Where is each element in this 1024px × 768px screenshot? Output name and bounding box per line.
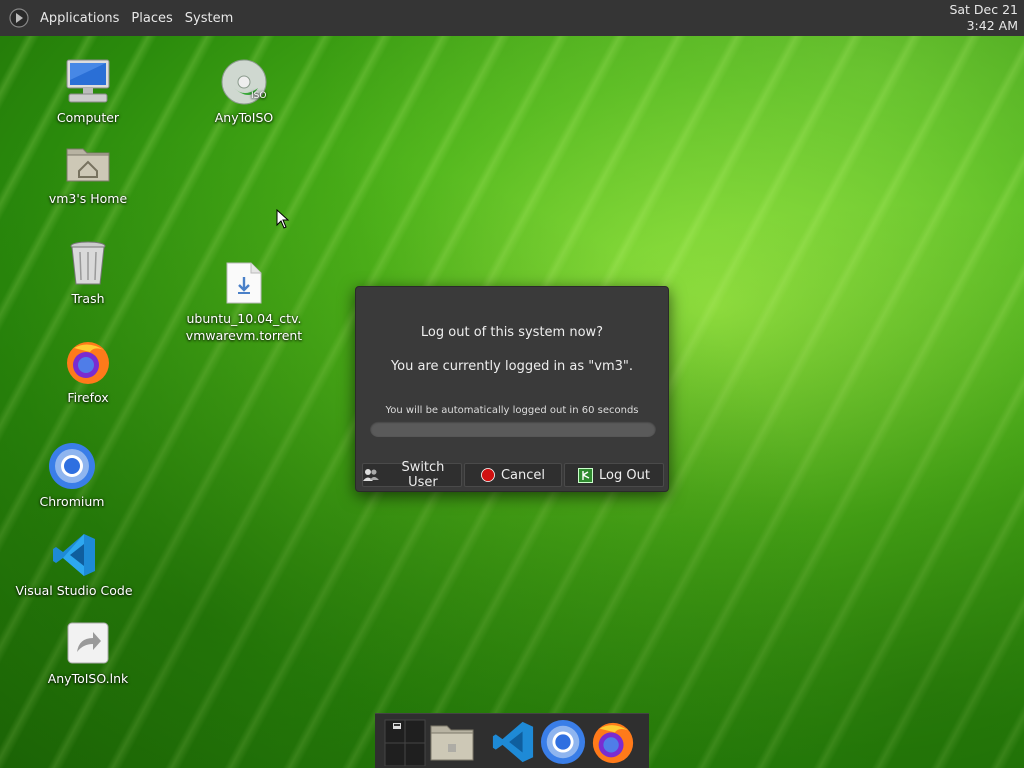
dock-firefox[interactable] [589,718,637,766]
desktop-icon-label: Firefox [67,390,109,405]
clock-time: 3:42 AM [966,18,1018,33]
dialog-button-row: Switch User Cancel Log Out [362,460,664,490]
shortcut-icon [67,622,109,664]
menu-applications[interactable]: Applications [34,0,125,36]
dock-chromium[interactable] [539,718,587,766]
desktop-icon-label: Computer [56,110,120,125]
desktop-icon-chromium[interactable]: Chromium [7,441,137,510]
bottom-dock [375,713,649,768]
dock-workspace-switcher[interactable] [381,718,429,766]
workspace-switcher-icon [384,719,426,766]
desktop-icon-label: Chromium [39,494,105,509]
computer-icon [66,59,110,103]
trash-icon [70,241,106,285]
exit-icon [578,467,594,483]
desktop-icon-home[interactable]: vm3's Home [23,138,153,207]
mouse-cursor-icon [276,209,290,229]
iso-disc-icon: ISO [221,59,267,105]
switch-user-button[interactable]: Switch User [362,460,462,490]
dock-files[interactable] [428,718,476,766]
torrent-file-icon [226,262,262,304]
desktop-icon-anytoiso-lnk[interactable]: AnyToISO.lnk [23,618,153,687]
files-icon [430,725,474,761]
svg-text:ISO: ISO [251,91,266,101]
dock-vscode[interactable] [489,718,537,766]
panel-clock[interactable]: Sat Dec 21 3:42 AM [949,2,1018,34]
dialog-logged-in-as: You are currently logged in as "vm3". [390,359,634,374]
clock-date: Sat Dec 21 [949,2,1018,17]
desktop-icon-label: Visual Studio Code [15,583,133,598]
home-folder-icon [66,148,110,182]
desktop-icon-computer[interactable]: Computer [23,57,153,126]
menu-system[interactable]: System [179,0,239,36]
desktop-icon-label: AnyToISO [214,110,274,125]
cancel-icon [481,468,495,482]
logout-countdown-progress [370,421,656,437]
desktop-icon-label: ubuntu_10.04_ctv. vmwarevm.torrent [185,311,303,343]
desktop-icon-trash[interactable]: Trash [23,238,153,307]
distro-logo-icon[interactable] [8,7,30,29]
menu-places[interactable]: Places [125,0,178,36]
top-panel: Applications Places System Sat Dec 21 3:… [0,0,1024,36]
dialog-question: Log out of this system now? [420,325,604,340]
vscode-icon [53,534,95,576]
desktop-icon-label: AnyToISO.lnk [47,671,129,686]
cancel-label: Cancel [500,467,546,483]
desktop-icon-vscode[interactable]: Visual Studio Code [9,530,139,599]
dialog-auto-logout-text: You will be automatically logged out in … [385,405,639,416]
desktop-icon-label: Trash [71,291,105,306]
firefox-icon [67,342,109,384]
cancel-button[interactable]: Cancel [464,463,562,487]
desktop-icon-label: vm3's Home [48,191,128,206]
chromium-icon [540,719,586,765]
desktop-icon-anytoiso[interactable]: ISO AnyToISO [179,57,309,126]
chromium-icon [49,443,95,489]
switch-user-label: Switch User [401,460,445,490]
desktop-icon-firefox[interactable]: Firefox [23,337,153,406]
vscode-icon [492,721,534,763]
users-icon [363,469,379,481]
log-out-button[interactable]: Log Out [564,463,664,487]
firefox-icon [592,722,634,764]
log-out-label: Log Out [599,467,650,483]
logout-dialog: Log out of this system now? You are curr… [355,286,669,492]
desktop-icon-torrent[interactable]: ubuntu_10.04_ctv. vmwarevm.torrent [179,258,309,344]
